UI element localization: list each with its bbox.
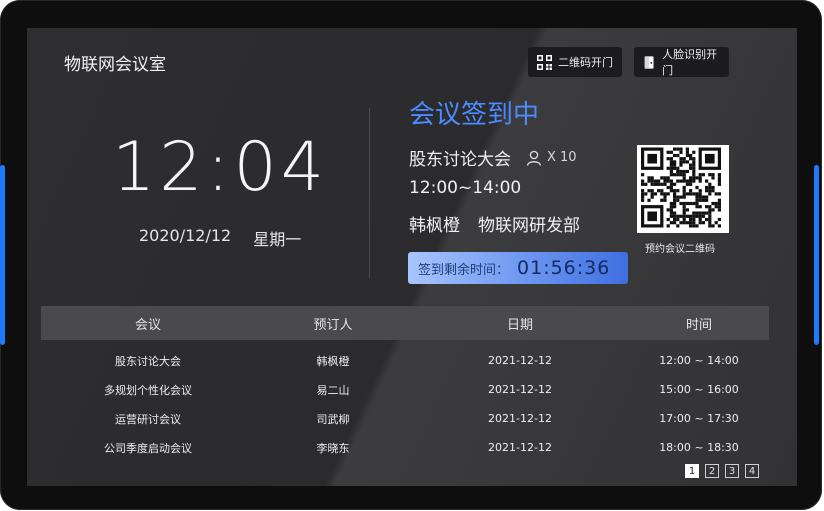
countdown-value: 01:56:36 — [517, 257, 611, 279]
qr-code-icon — [537, 54, 552, 70]
cell-date: 2021-12-12 — [488, 354, 552, 367]
qr-code-door-label: 二维码开门 — [558, 56, 613, 69]
right-indicator-light — [814, 165, 819, 345]
cell-date: 2021-12-12 — [488, 383, 552, 396]
device-frame: 物联网会议室 二维码开门 人脸识别开门 12:04 2020/12/12 星期一… — [0, 0, 822, 510]
meeting-room-screen: 物联网会议室 二维码开门 人脸识别开门 12:04 2020/12/12 星期一… — [27, 28, 797, 486]
current-date-row: 2020/12/12 星期一 — [139, 226, 301, 250]
schedule-table-header: 会议 预订人 日期 时间 — [41, 306, 769, 340]
cell-meeting: 公司季度启动会议 — [104, 441, 192, 455]
page-button-1[interactable]: 1 — [685, 464, 699, 478]
current-weekday: 星期一 — [253, 230, 302, 249]
column-header-booker: 预订人 — [313, 317, 353, 333]
attendee-count-value: X 10 — [547, 150, 577, 165]
person-icon — [526, 150, 542, 166]
pagination: 1 2 3 4 — [685, 464, 759, 478]
left-indicator-light — [0, 165, 5, 345]
page-button-2[interactable]: 2 — [705, 464, 719, 478]
current-time: 12:04 — [112, 128, 328, 207]
cell-time: 18:00 ~ 18:30 — [659, 441, 739, 454]
table-row: 运营研讨会议 司武柳 2021-12-12 17:00 ~ 17:30 — [41, 404, 769, 433]
cell-time: 17:00 ~ 17:30 — [659, 412, 739, 425]
meeting-department: 物联网研发部 — [478, 216, 580, 236]
table-row: 公司季度启动会议 李晓东 2021-12-12 18:00 ~ 18:30 — [41, 433, 769, 462]
page-button-4[interactable]: 4 — [745, 464, 759, 478]
booking-qr-code — [637, 145, 729, 233]
attendee-count: X 10 — [525, 149, 577, 167]
meeting-name: 股东讨论大会 — [409, 150, 511, 170]
cell-booker: 韩枫橙 — [316, 354, 350, 368]
countdown-label: 签到剩余时间： — [418, 262, 510, 278]
checkin-countdown: 签到剩余时间： 01:56:36 — [408, 252, 628, 284]
column-header-meeting: 会议 — [134, 317, 161, 333]
page-button-3[interactable]: 3 — [725, 464, 739, 478]
qr-code-caption: 预约会议二维码 — [645, 244, 715, 255]
table-row: 多规划个性化会议 易二山 2021-12-12 15:00 ~ 16:00 — [41, 375, 769, 404]
cell-date: 2021-12-12 — [488, 412, 552, 425]
cell-meeting: 多规划个性化会议 — [104, 383, 192, 397]
meeting-name-row: 股东讨论大会 X 10 — [409, 145, 577, 170]
column-header-date: 日期 — [506, 317, 533, 333]
cell-date: 2021-12-12 — [488, 441, 552, 454]
meeting-host: 韩枫橙 — [409, 216, 460, 236]
meeting-host-row: 韩枫橙 物联网研发部 — [409, 211, 580, 236]
table-row: 股东讨论大会 韩枫橙 2021-12-12 12:00 ~ 14:00 — [41, 346, 769, 375]
column-header-time: 时间 — [685, 317, 712, 333]
schedule-table-body: 股东讨论大会 韩枫橙 2021-12-12 12:00 ~ 14:00 多规划个… — [41, 346, 769, 462]
cell-booker: 李晓东 — [316, 441, 350, 455]
cell-booker: 易二山 — [316, 383, 350, 397]
room-title: 物联网会议室 — [64, 55, 166, 75]
meeting-time-range: 12:00~14:00 — [409, 178, 522, 198]
current-date: 2020/12/12 — [139, 226, 232, 245]
cell-meeting: 股东讨论大会 — [115, 354, 181, 368]
door-icon — [644, 55, 654, 69]
cell-meeting: 运营研讨会议 — [115, 412, 181, 426]
cell-booker: 司武柳 — [316, 412, 350, 426]
face-recognition-door-button[interactable]: 人脸识别开门 — [634, 47, 729, 77]
meeting-status: 会议签到中 — [409, 100, 540, 130]
vertical-divider — [369, 108, 370, 278]
face-recognition-door-label: 人脸识别开门 — [662, 48, 718, 77]
qr-code-door-button[interactable]: 二维码开门 — [528, 47, 622, 77]
cell-time: 12:00 ~ 14:00 — [659, 354, 739, 367]
cell-time: 15:00 ~ 16:00 — [659, 383, 739, 396]
